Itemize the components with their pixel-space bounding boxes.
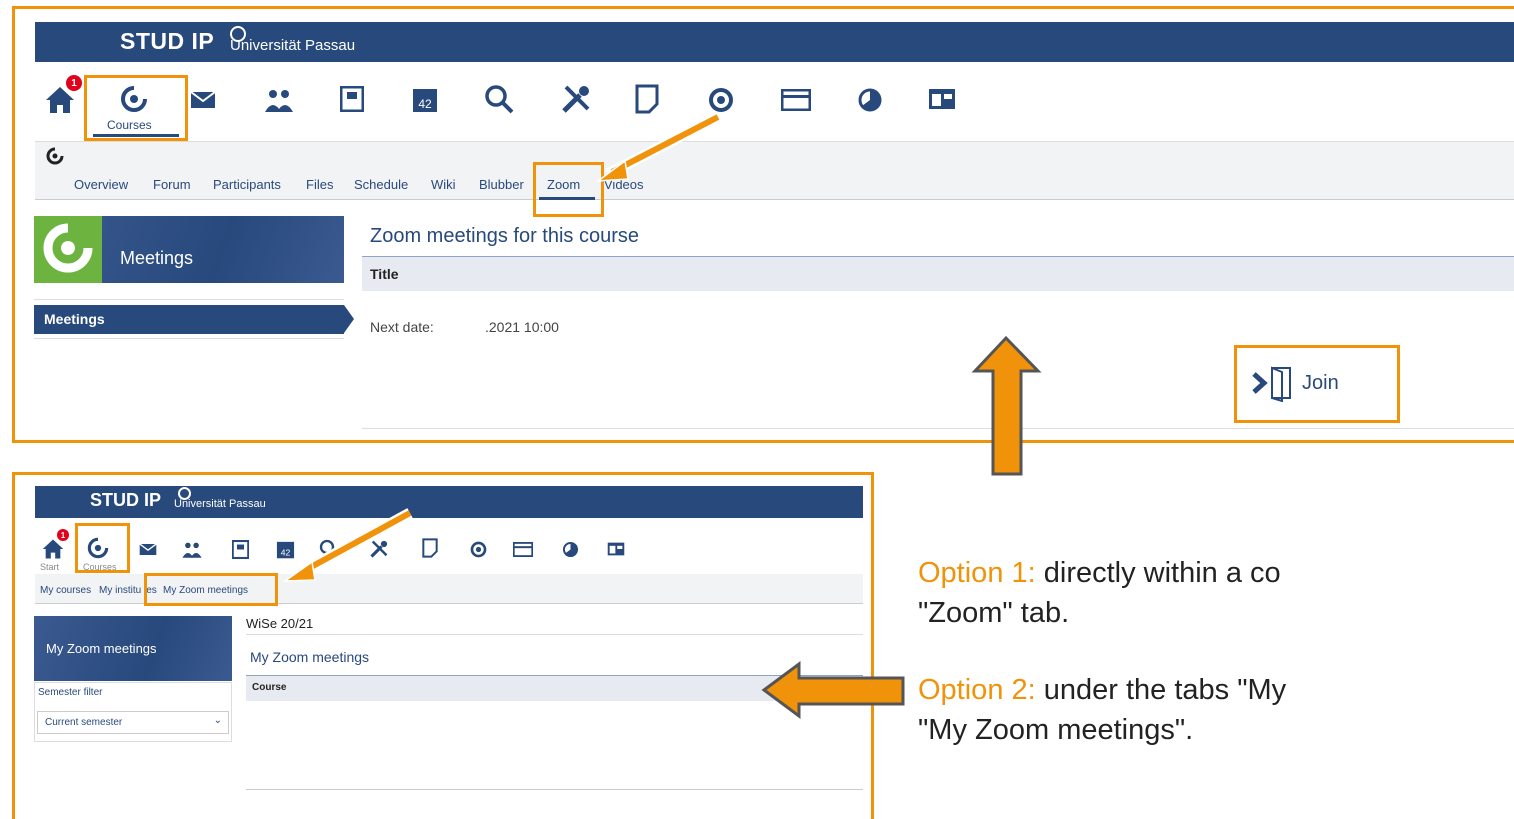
caption-option-1-text: directly within a co [1035,557,1281,589]
caption-option-2: Option 2: under the tabs "My [918,674,1286,707]
caption-option-2-line-2: "My Zoom meetings". [918,714,1194,746]
arrow-overlays [282,112,1042,719]
caption-option-2-text: under the tabs "My [1035,674,1287,706]
caption-option-1-line-2: "Zoom" tab. [918,597,1070,629]
caption-option-1-highlight: Option 1: [918,557,1036,589]
caption-option-1: Option 1: directly within a co [918,557,1281,590]
caption-option-2-highlight: Option 2: [918,674,1036,706]
